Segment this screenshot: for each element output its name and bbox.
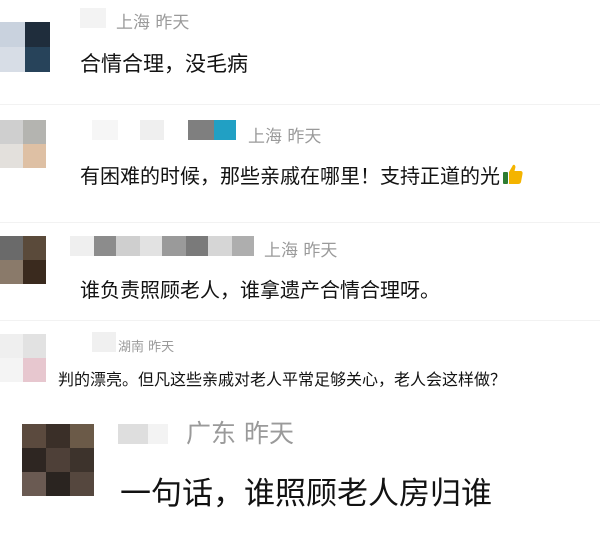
comment-2: 上海 昨天 有困难的时候，那些亲戚在哪里！支持正道的光 <box>0 108 600 218</box>
comment-1: 上海 昨天 合情合理，没毛病 <box>0 0 600 100</box>
comment-text: 一句话，谁照顾老人房归谁 <box>120 476 492 512</box>
avatar[interactable] <box>22 424 94 496</box>
username-blurred[interactable] <box>92 332 116 352</box>
username-blurred[interactable] <box>92 120 236 140</box>
comment-text-body: 有困难的时候，那些亲戚在哪里！支持正道的光 <box>80 164 500 188</box>
comment-text: 谁负责照顾老人，谁拿遗产合情合理呀。 <box>80 278 440 302</box>
avatar[interactable] <box>0 236 46 284</box>
thumbs-up-icon <box>503 164 523 184</box>
divider <box>0 104 600 105</box>
divider <box>0 320 600 321</box>
username-blurred[interactable] <box>70 236 254 256</box>
comment-3: 上海 昨天 谁负责照顾老人，谁拿遗产合情合理呀。 <box>0 226 600 324</box>
comment-5: 广东 昨天 一句话，谁照顾老人房归谁 <box>0 404 600 535</box>
avatar[interactable] <box>0 22 50 72</box>
comment-meta: 上海 昨天 <box>116 13 190 33</box>
username-blurred[interactable] <box>80 8 106 28</box>
avatar[interactable] <box>0 120 46 168</box>
comment-meta: 湖南 昨天 <box>118 340 175 355</box>
comment-meta: 上海 昨天 <box>248 127 322 147</box>
comment-meta: 广东 昨天 <box>186 419 294 448</box>
username-blurred[interactable] <box>118 424 168 444</box>
comment-meta: 上海 昨天 <box>264 241 338 261</box>
comment-text: 合情合理，没毛病 <box>80 52 248 76</box>
comment-4: 湖南 昨天 判的漂亮。但凡这些亲戚对老人平常足够关心，老人会这样做？ <box>0 326 600 402</box>
avatar[interactable] <box>0 334 46 382</box>
divider <box>0 222 600 223</box>
comment-text: 有困难的时候，那些亲戚在哪里！支持正道的光 <box>80 160 524 189</box>
comment-text: 判的漂亮。但凡这些亲戚对老人平常足够关心，老人会这样做？ <box>58 370 507 389</box>
